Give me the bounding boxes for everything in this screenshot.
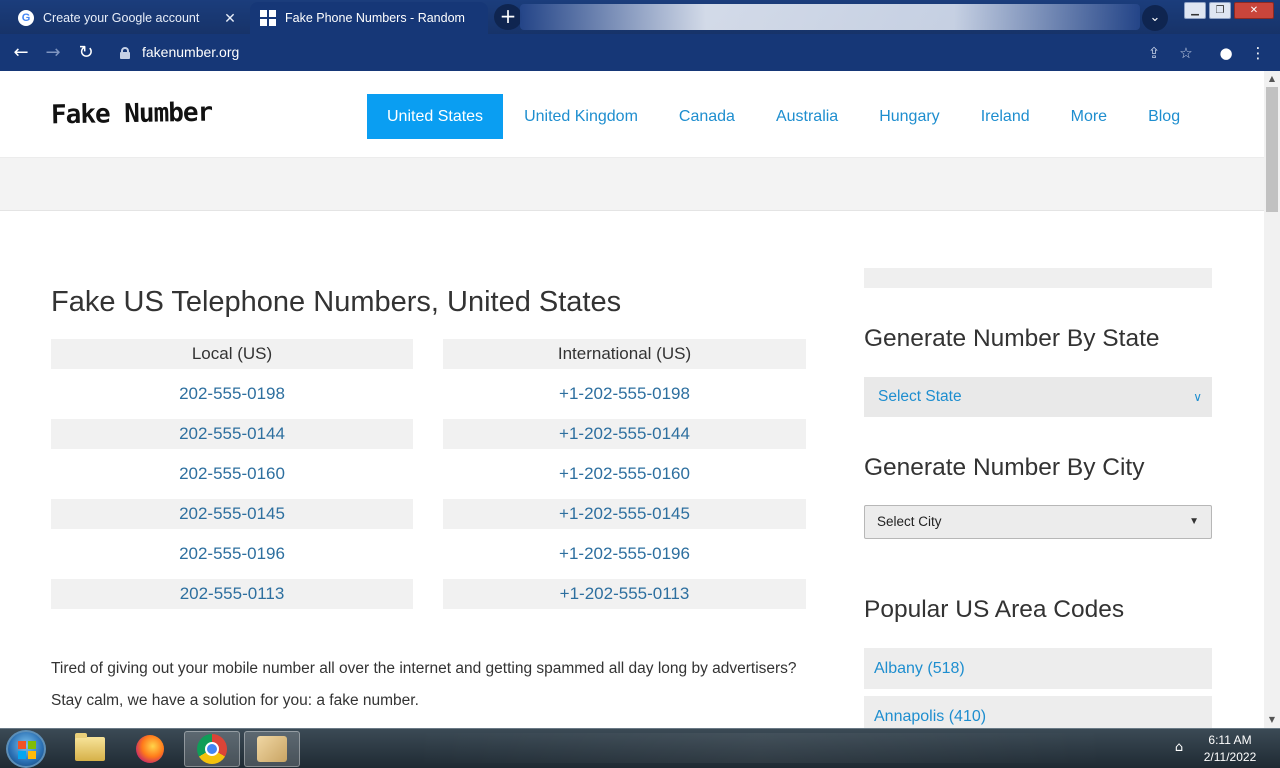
nav-australia[interactable]: Australia <box>756 94 858 139</box>
folder-icon <box>75 733 105 761</box>
share-icon[interactable]: ⇪ <box>1143 42 1165 64</box>
nav-ireland[interactable]: Ireland <box>961 94 1050 139</box>
bookmark-star-icon[interactable]: ☆ <box>1175 42 1197 64</box>
taskbar-firefox[interactable] <box>122 731 178 767</box>
site-header: Fake Number United States United Kingdom… <box>0 71 1264 158</box>
international-number[interactable]: +1-202-555-0145 <box>443 499 806 529</box>
system-clock[interactable]: 6:11 AM 2/11/2022 <box>1196 732 1264 766</box>
profile-icon[interactable]: ● <box>1215 42 1237 64</box>
sidebar-ad-placeholder <box>864 268 1212 288</box>
international-number[interactable]: +1-202-555-0198 <box>443 379 806 409</box>
page-scrollbar[interactable]: ▲ ▼ <box>1264 71 1280 728</box>
state-select-value: Select State <box>878 388 962 405</box>
area-code-item[interactable]: Annapolis (410) <box>864 696 1212 728</box>
local-number[interactable]: 202-555-0113 <box>51 579 413 609</box>
new-tab-button[interactable]: + <box>494 4 522 30</box>
local-number[interactable]: 202-555-0145 <box>51 499 413 529</box>
nav-canada[interactable]: Canada <box>659 94 755 139</box>
column-header-local: Local (US) <box>51 339 413 369</box>
main-nav: United States United Kingdom Canada Aust… <box>367 94 1201 139</box>
browser-tab-strip: G Create your Google account ✕ Fake Phon… <box>0 0 1280 34</box>
taskbar-chrome[interactable] <box>184 731 240 767</box>
background-window-strip <box>520 4 1140 30</box>
nav-hungary[interactable]: Hungary <box>859 94 959 139</box>
browser-toolbar: ← → ↻ fakenumber.org ⇪ ☆ ● ⋮ <box>0 34 1280 71</box>
local-number[interactable]: 202-555-0144 <box>51 419 413 449</box>
area-codes-heading: Popular US Area Codes <box>864 596 1125 623</box>
international-number[interactable]: +1-202-555-0113 <box>443 579 806 609</box>
network-icon[interactable]: ⌂ <box>1170 739 1188 757</box>
taskbar-explorer[interactable] <box>62 731 118 767</box>
address-bar[interactable]: fakenumber.org <box>112 38 1212 66</box>
city-select[interactable]: Select City ▼ <box>864 505 1212 539</box>
caret-down-icon: ▼ <box>1189 516 1199 527</box>
chevron-down-icon: ∨ <box>1193 390 1202 404</box>
web-page: Fake Number United States United Kingdom… <box>0 71 1264 728</box>
tab-fake-phone-numbers[interactable]: Fake Phone Numbers - Random <box>250 2 488 34</box>
nav-united-states[interactable]: United States <box>367 94 504 139</box>
google-icon: G <box>18 10 34 26</box>
nav-united-kingdom[interactable]: United Kingdom <box>504 94 658 139</box>
local-column: Local (US) 202-555-0198 202-555-0144 202… <box>51 339 413 619</box>
windows-logo-icon <box>18 741 36 759</box>
menu-kebab-icon[interactable]: ⋮ <box>1247 42 1269 64</box>
local-number[interactable]: 202-555-0198 <box>51 379 413 409</box>
area-code-item[interactable]: Albany (518) <box>864 648 1212 689</box>
city-select-value: Select City <box>877 514 942 529</box>
minimize-button[interactable]: ▁ <box>1184 2 1206 19</box>
tab-google-account[interactable]: G Create your Google account ✕ <box>8 2 248 34</box>
forward-arrow-icon[interactable]: → <box>40 40 66 66</box>
reload-icon[interactable]: ↻ <box>73 40 99 66</box>
local-number[interactable]: 202-555-0160 <box>51 459 413 489</box>
scroll-thumb[interactable] <box>1266 87 1278 212</box>
scroll-down-icon[interactable]: ▼ <box>1264 712 1280 728</box>
grid-icon <box>260 10 276 26</box>
ad-banner-area <box>0 158 1264 211</box>
site-logo[interactable]: Fake Number <box>51 98 213 131</box>
column-header-international: International (US) <box>443 339 806 369</box>
window-controls: ▁ ❐ ✕ <box>1181 2 1274 19</box>
lock-icon <box>120 46 130 59</box>
restore-button[interactable]: ❐ <box>1209 2 1231 19</box>
city-heading: Generate Number By City <box>864 454 1145 481</box>
nav-more[interactable]: More <box>1051 94 1127 139</box>
international-number[interactable]: +1-202-555-0160 <box>443 459 806 489</box>
url-text: fakenumber.org <box>142 44 240 60</box>
international-column: International (US) +1-202-555-0198 +1-20… <box>443 339 806 619</box>
clock-time: 6:11 AM <box>1208 733 1252 747</box>
close-window-button[interactable]: ✕ <box>1234 2 1274 19</box>
close-tab-icon[interactable]: ✕ <box>222 10 238 27</box>
start-button[interactable] <box>6 730 46 768</box>
nav-blog[interactable]: Blog <box>1128 94 1200 139</box>
windows-taskbar: ⌂ 6:11 AM 2/11/2022 <box>0 728 1280 768</box>
taskbar-background <box>410 733 1110 763</box>
scroll-up-icon[interactable]: ▲ <box>1264 71 1280 87</box>
tab-title: Create your Google account <box>43 11 200 25</box>
tab-title: Fake Phone Numbers - Random <box>285 11 465 25</box>
app-icon <box>257 736 287 762</box>
back-arrow-icon[interactable]: ← <box>8 40 34 66</box>
firefox-icon <box>136 735 164 763</box>
intro-paragraph: Tired of giving out your mobile number a… <box>51 660 797 709</box>
tab-search-button[interactable]: ⌄ <box>1142 5 1168 31</box>
international-number[interactable]: +1-202-555-0196 <box>443 539 806 569</box>
taskbar-app[interactable] <box>244 731 300 767</box>
clock-date: 2/11/2022 <box>1203 750 1257 764</box>
international-number[interactable]: +1-202-555-0144 <box>443 419 806 449</box>
page-title: Fake US Telephone Numbers, United States <box>51 286 622 318</box>
state-select[interactable]: Select State ∨ <box>864 377 1212 417</box>
state-heading: Generate Number By State <box>864 325 1160 352</box>
local-number[interactable]: 202-555-0196 <box>51 539 413 569</box>
chrome-icon <box>197 734 227 764</box>
